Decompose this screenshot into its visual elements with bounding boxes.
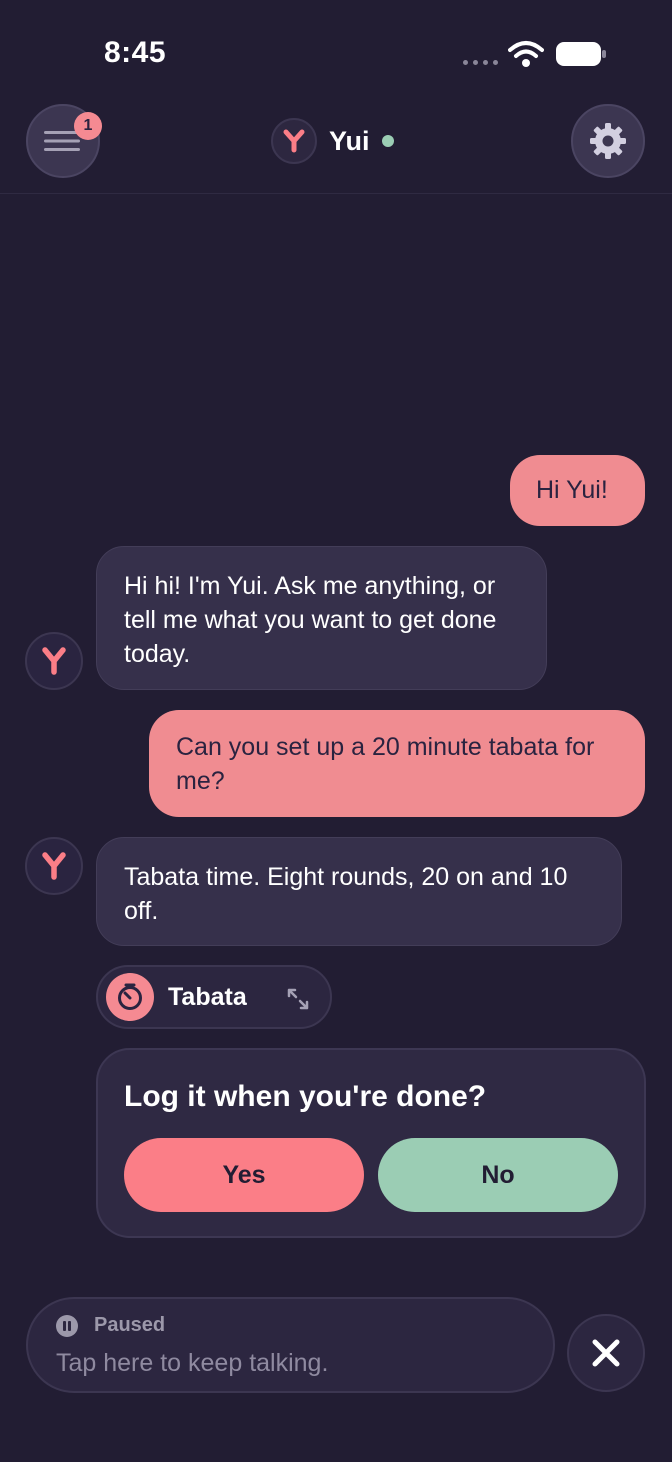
- prompt-question: Log it when you're done?: [124, 1080, 487, 1113]
- tabata-timer-chip[interactable]: Tabata: [96, 965, 332, 1029]
- assistant-message[interactable]: Hi hi! I'm Yui. Ask me anything, or tell…: [96, 546, 547, 690]
- wifi-icon: [508, 41, 544, 67]
- message-text: Can you set up a 20 minute tabata for me…: [176, 733, 595, 795]
- no-button[interactable]: No: [378, 1138, 618, 1212]
- battery-icon: [556, 42, 606, 66]
- settings-button[interactable]: [571, 104, 645, 178]
- timer-chip-label: Tabata: [168, 982, 247, 1011]
- assistant-message-avatar: [25, 837, 83, 895]
- close-button[interactable]: [567, 1314, 645, 1392]
- status-time: 8:45: [104, 36, 167, 69]
- gear-icon: [590, 123, 626, 159]
- notification-badge: 1: [74, 112, 102, 140]
- message-text: Tabata time. Eight rounds, 20 on and 10 …: [124, 863, 568, 925]
- yui-logo-icon: [283, 129, 305, 153]
- paused-status: Paused: [94, 1314, 166, 1336]
- cellular-signal-icon: [463, 60, 498, 65]
- pause-icon: [56, 1315, 78, 1337]
- assistant-message[interactable]: Tabata time. Eight rounds, 20 on and 10 …: [96, 837, 622, 946]
- message-text: Hi hi! I'm Yui. Ask me anything, or tell…: [124, 572, 497, 668]
- close-icon: [592, 1339, 620, 1367]
- menu-button[interactable]: 1: [26, 104, 102, 178]
- yui-logo-icon: [42, 852, 66, 880]
- chat-header: 1 Yui: [0, 100, 672, 194]
- assistant-message-avatar: [25, 632, 83, 690]
- yes-button[interactable]: Yes: [124, 1138, 364, 1212]
- message-text: Hi Yui!: [536, 476, 608, 504]
- input-hint: Tap here to keep talking.: [56, 1349, 329, 1377]
- user-message[interactable]: Can you set up a 20 minute tabata for me…: [149, 710, 645, 817]
- voice-input-bar[interactable]: Paused Tap here to keep talking.: [26, 1297, 555, 1393]
- chat-screen: 8:45 1 Yui Hi Yui! Hi hi! I'm Yui. Ask m…: [0, 0, 672, 1462]
- log-prompt-card: Log it when you're done? Yes No: [96, 1048, 646, 1238]
- assistant-avatar: [271, 118, 317, 164]
- status-bar: 8:45: [0, 0, 672, 100]
- timer-icon: [106, 973, 154, 1021]
- assistant-identity: Yui: [271, 118, 394, 164]
- yui-logo-icon: [42, 647, 66, 675]
- online-status-dot: [381, 135, 394, 147]
- expand-icon[interactable]: [286, 987, 310, 1011]
- assistant-name: Yui: [329, 125, 370, 156]
- user-message[interactable]: Hi Yui!: [510, 455, 645, 526]
